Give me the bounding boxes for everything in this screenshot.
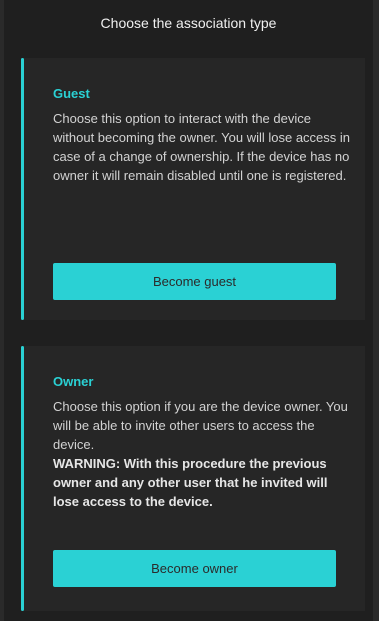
- owner-option-description: Choose this option if you are the device…: [53, 399, 348, 452]
- owner-option-body: Choose this option if you are the device…: [53, 397, 353, 511]
- page-title: Choose the association type: [100, 15, 277, 31]
- owner-option-title: Owner: [53, 374, 94, 389]
- owner-card-accent-bar: [21, 346, 24, 611]
- owner-warning-text: WARNING: With this procedure the previou…: [53, 456, 328, 509]
- guest-option-title: Guest: [53, 86, 90, 101]
- guest-option-description: Choose this option to interact with the …: [53, 111, 351, 183]
- become-guest-button[interactable]: Become guest: [53, 263, 336, 300]
- owner-option-card: Owner Choose this option if you are the …: [21, 346, 365, 611]
- guest-option-card: Guest Choose this option to interact wit…: [21, 58, 365, 320]
- association-type-panel: Choose the association type Guest Choose…: [4, 0, 373, 621]
- guest-card-accent-bar: [21, 58, 24, 320]
- become-owner-button[interactable]: Become owner: [53, 550, 336, 587]
